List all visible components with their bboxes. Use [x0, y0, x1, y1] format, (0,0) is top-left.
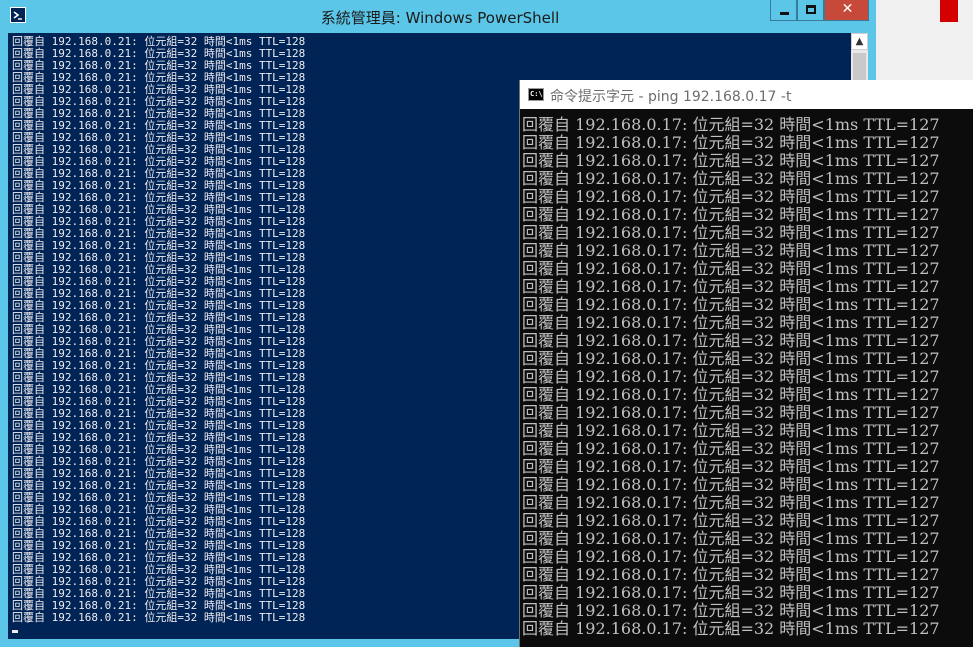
powershell-window-title: 系統管理員: Windows PowerShell: [320, 9, 560, 27]
cmd-output: 回覆自 192.168.0.17: 位元組=32 時間<1ms TTL=127 回…: [522, 111, 940, 638]
console-line: 回覆自 192.168.0.21: 位元組=32 時間<1ms TTL=128: [12, 467, 306, 480]
console-line: 回覆自 192.168.0.21: 位元組=32 時間<1ms TTL=128: [12, 287, 306, 300]
console-line: 回覆自 192.168.0.21: 位元組=32 時間<1ms TTL=128: [12, 275, 306, 288]
console-line: 回覆自 192.168.0.21: 位元組=32 時間<1ms TTL=128: [12, 83, 306, 96]
console-line: 回覆自 192.168.0.17: 位元組=32 時間<1ms TTL=127: [522, 475, 940, 494]
console-line: 回覆自 192.168.0.21: 位元組=32 時間<1ms TTL=128: [12, 179, 306, 192]
console-line: 回覆自 192.168.0.21: 位元組=32 時間<1ms TTL=128: [12, 143, 306, 156]
cmd-window-title: 命令提示字元 - ping 192.168.0.17 -t: [550, 89, 792, 105]
console-line: 回覆自 192.168.0.17: 位元組=32 時間<1ms TTL=127: [522, 547, 940, 566]
console-line: 回覆自 192.168.0.21: 位元組=32 時間<1ms TTL=128: [12, 599, 306, 612]
console-line: 回覆自 192.168.0.21: 位元組=32 時間<1ms TTL=128: [12, 239, 306, 252]
powershell-title-bar[interactable]: 系統管理員: Windows PowerShell ✕: [0, 0, 876, 33]
console-line: 回覆自 192.168.0.21: 位元組=32 時間<1ms TTL=128: [12, 551, 306, 564]
console-line: 回覆自 192.168.0.21: 位元組=32 時間<1ms TTL=128: [12, 263, 306, 276]
console-line: 回覆自 192.168.0.21: 位元組=32 時間<1ms TTL=128: [12, 407, 306, 420]
console-line: 回覆自 192.168.0.21: 位元組=32 時間<1ms TTL=128: [12, 335, 306, 348]
cmd-console[interactable]: 回覆自 192.168.0.17: 位元組=32 時間<1ms TTL=127 回…: [520, 109, 973, 647]
cmd-window[interactable]: C:\ 命令提示字元 - ping 192.168.0.17 -t 回覆自 19…: [519, 80, 973, 647]
console-line: 回覆自 192.168.0.21: 位元組=32 時間<1ms TTL=128: [12, 191, 306, 204]
powershell-output: 回覆自 192.168.0.21: 位元組=32 時間<1ms TTL=128 回…: [12, 33, 306, 624]
console-line: 回覆自 192.168.0.17: 位元組=32 時間<1ms TTL=127: [522, 619, 940, 638]
console-line: 回覆自 192.168.0.17: 位元組=32 時間<1ms TTL=127: [522, 421, 940, 440]
console-line: 回覆自 192.168.0.21: 位元組=32 時間<1ms TTL=128: [12, 611, 306, 624]
maximize-button[interactable]: [797, 0, 824, 21]
console-line: 回覆自 192.168.0.17: 位元組=32 時間<1ms TTL=127: [522, 331, 940, 350]
console-line: 回覆自 192.168.0.21: 位元組=32 時間<1ms TTL=128: [12, 107, 306, 120]
console-line: 回覆自 192.168.0.21: 位元組=32 時間<1ms TTL=128: [12, 395, 306, 408]
console-line: 回覆自 192.168.0.21: 位元組=32 時間<1ms TTL=128: [12, 119, 306, 132]
console-line: 回覆自 192.168.0.17: 位元組=32 時間<1ms TTL=127: [522, 115, 940, 134]
console-line: 回覆自 192.168.0.17: 位元組=32 時間<1ms TTL=127: [522, 313, 940, 332]
close-icon: ✕: [841, 1, 854, 17]
minimize-icon: [780, 12, 789, 15]
console-line: 回覆自 192.168.0.17: 位元組=32 時間<1ms TTL=127: [522, 493, 940, 512]
scroll-up-arrow-icon[interactable]: ▲: [851, 33, 868, 50]
console-line: 回覆自 192.168.0.17: 位元組=32 時間<1ms TTL=127: [522, 457, 940, 476]
console-line: 回覆自 192.168.0.17: 位元組=32 時間<1ms TTL=127: [522, 349, 940, 368]
console-line: 回覆自 192.168.0.21: 位元組=32 時間<1ms TTL=128: [12, 299, 306, 312]
console-line: 回覆自 192.168.0.17: 位元組=32 時間<1ms TTL=127: [522, 277, 940, 296]
cmd-app-icon[interactable]: C:\: [528, 88, 544, 101]
console-line: 回覆自 192.168.0.17: 位元組=32 時間<1ms TTL=127: [522, 403, 940, 422]
console-line: 回覆自 192.168.0.21: 位元組=32 時間<1ms TTL=128: [12, 155, 306, 168]
console-line: 回覆自 192.168.0.21: 位元組=32 時間<1ms TTL=128: [12, 35, 306, 48]
console-line: 回覆自 192.168.0.17: 位元組=32 時間<1ms TTL=127: [522, 295, 940, 314]
maximize-icon: [806, 5, 816, 14]
console-line: 回覆自 192.168.0.21: 位元組=32 時間<1ms TTL=128: [12, 491, 306, 504]
console-line: 回覆自 192.168.0.21: 位元組=32 時間<1ms TTL=128: [12, 575, 306, 588]
console-line: 回覆自 192.168.0.21: 位元組=32 時間<1ms TTL=128: [12, 311, 306, 324]
console-line: 回覆自 192.168.0.17: 位元組=32 時間<1ms TTL=127: [522, 601, 940, 620]
text-cursor: [12, 630, 18, 633]
console-line: 回覆自 192.168.0.21: 位元組=32 時間<1ms TTL=128: [12, 215, 306, 228]
desktop: 系統管理員: Windows PowerShell ✕ 回覆自 192.168.…: [0, 0, 973, 647]
console-line: 回覆自 192.168.0.21: 位元組=32 時間<1ms TTL=128: [12, 527, 306, 540]
background-window[interactable]: [876, 0, 973, 80]
console-line: 回覆自 192.168.0.17: 位元組=32 時間<1ms TTL=127: [522, 169, 940, 188]
console-line: 回覆自 192.168.0.21: 位元組=32 時間<1ms TTL=128: [12, 503, 306, 516]
console-line: 回覆自 192.168.0.21: 位元組=32 時間<1ms TTL=128: [12, 479, 306, 492]
console-line: 回覆自 192.168.0.17: 位元組=32 時間<1ms TTL=127: [522, 385, 940, 404]
console-line: 回覆自 192.168.0.17: 位元組=32 時間<1ms TTL=127: [522, 205, 940, 224]
console-line: 回覆自 192.168.0.21: 位元組=32 時間<1ms TTL=128: [12, 203, 306, 216]
console-line: 回覆自 192.168.0.21: 位元組=32 時間<1ms TTL=128: [12, 587, 306, 600]
console-line: 回覆自 192.168.0.17: 位元組=32 時間<1ms TTL=127: [522, 583, 940, 602]
console-line: 回覆自 192.168.0.17: 位元組=32 時間<1ms TTL=127: [522, 565, 940, 584]
console-line: 回覆自 192.168.0.21: 位元組=32 時間<1ms TTL=128: [12, 347, 306, 360]
console-line: 回覆自 192.168.0.21: 位元組=32 時間<1ms TTL=128: [12, 515, 306, 528]
console-line: 回覆自 192.168.0.17: 位元組=32 時間<1ms TTL=127: [522, 367, 940, 386]
console-line: 回覆自 192.168.0.17: 位元組=32 時間<1ms TTL=127: [522, 241, 940, 260]
minimize-button[interactable]: [770, 0, 797, 21]
console-line: 回覆自 192.168.0.21: 位元組=32 時間<1ms TTL=128: [12, 95, 306, 108]
console-line: 回覆自 192.168.0.21: 位元組=32 時間<1ms TTL=128: [12, 323, 306, 336]
console-line: 回覆自 192.168.0.17: 位元組=32 時間<1ms TTL=127: [522, 511, 940, 530]
background-window-logo: [940, 0, 958, 22]
console-line: 回覆自 192.168.0.17: 位元組=32 時間<1ms TTL=127: [522, 259, 940, 278]
console-line: 回覆自 192.168.0.17: 位元組=32 時間<1ms TTL=127: [522, 529, 940, 548]
cmd-title-bar[interactable]: C:\ 命令提示字元 - ping 192.168.0.17 -t: [520, 80, 973, 109]
console-line: 回覆自 192.168.0.21: 位元組=32 時間<1ms TTL=128: [12, 563, 306, 576]
console-line: 回覆自 192.168.0.21: 位元組=32 時間<1ms TTL=128: [12, 455, 306, 468]
console-line: 回覆自 192.168.0.17: 位元組=32 時間<1ms TTL=127: [522, 439, 940, 458]
console-line: 回覆自 192.168.0.21: 位元組=32 時間<1ms TTL=128: [12, 131, 306, 144]
console-line: 回覆自 192.168.0.21: 位元組=32 時間<1ms TTL=128: [12, 59, 306, 72]
console-line: 回覆自 192.168.0.17: 位元組=32 時間<1ms TTL=127: [522, 151, 940, 170]
close-button[interactable]: ✕: [824, 0, 869, 21]
console-line: 回覆自 192.168.0.21: 位元組=32 時間<1ms TTL=128: [12, 227, 306, 240]
console-line: 回覆自 192.168.0.21: 位元組=32 時間<1ms TTL=128: [12, 539, 306, 552]
console-line: 回覆自 192.168.0.21: 位元組=32 時間<1ms TTL=128: [12, 383, 306, 396]
console-line: 回覆自 192.168.0.21: 位元組=32 時間<1ms TTL=128: [12, 431, 306, 444]
console-line: 回覆自 192.168.0.21: 位元組=32 時間<1ms TTL=128: [12, 443, 306, 456]
console-line: 回覆自 192.168.0.21: 位元組=32 時間<1ms TTL=128: [12, 251, 306, 264]
console-line: 回覆自 192.168.0.21: 位元組=32 時間<1ms TTL=128: [12, 167, 306, 180]
console-line: 回覆自 192.168.0.17: 位元組=32 時間<1ms TTL=127: [522, 187, 940, 206]
console-line: 回覆自 192.168.0.21: 位元組=32 時間<1ms TTL=128: [12, 71, 306, 84]
console-line: 回覆自 192.168.0.21: 位元組=32 時間<1ms TTL=128: [12, 419, 306, 432]
console-line: 回覆自 192.168.0.21: 位元組=32 時間<1ms TTL=128: [12, 359, 306, 372]
console-line: 回覆自 192.168.0.17: 位元組=32 時間<1ms TTL=127: [522, 133, 940, 152]
console-line: 回覆自 192.168.0.17: 位元組=32 時間<1ms TTL=127: [522, 223, 940, 242]
console-line: 回覆自 192.168.0.21: 位元組=32 時間<1ms TTL=128: [12, 47, 306, 60]
console-line: 回覆自 192.168.0.21: 位元組=32 時間<1ms TTL=128: [12, 371, 306, 384]
